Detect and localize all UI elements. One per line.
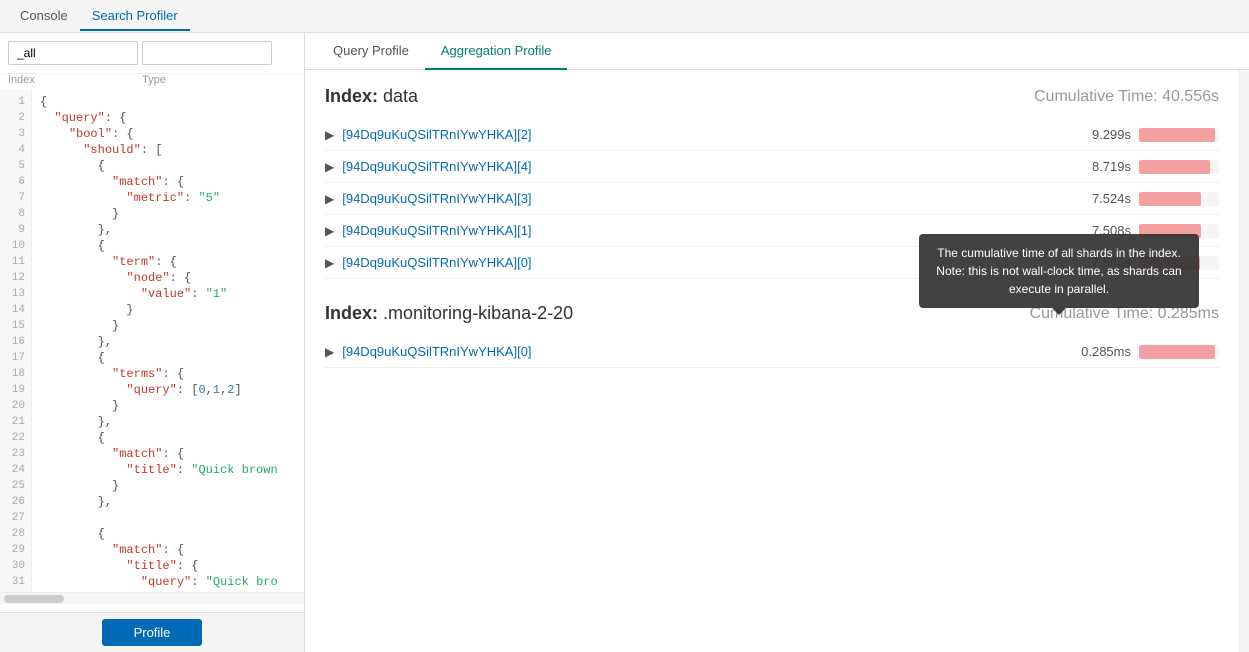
shard-row[interactable]: ▶ [94Dq9uKuQSilTRnIYwYHKA][0] 0.285ms xyxy=(325,336,1219,368)
results-scroll-container: Index: data Cumulative Time: 40.556s ▶ [… xyxy=(305,70,1249,652)
shard-time-label: 7.524s xyxy=(1071,191,1131,206)
code-content[interactable]: { "query": { "bool": { "should": [ { "ma… xyxy=(32,90,304,592)
chevron-right-icon: ▶ xyxy=(325,128,334,142)
code-lines: 12345678910 11121314151617181920 2122232… xyxy=(0,90,304,592)
tab-aggregation-profile[interactable]: Aggregation Profile xyxy=(425,33,568,70)
shard-time-container: 0.285ms xyxy=(1059,344,1219,359)
chevron-right-icon: ▶ xyxy=(325,256,334,270)
code-editor[interactable]: 12345678910 11121314151617181920 2122232… xyxy=(0,90,304,612)
nav-console[interactable]: Console xyxy=(8,2,80,31)
index-label: Index xyxy=(8,74,138,86)
shard-time-container: 9.299s xyxy=(1059,127,1219,142)
horizontal-scrollbar[interactable] xyxy=(0,592,304,604)
chevron-right-icon: ▶ xyxy=(325,160,334,174)
shard-bar-fill xyxy=(1139,192,1201,206)
index-name-data: data xyxy=(383,86,418,106)
index-label: Index: xyxy=(325,86,378,106)
vertical-scrollbar[interactable] xyxy=(1239,70,1249,652)
tooltip-arrow xyxy=(1052,308,1066,315)
shard-name: [94Dq9uKuQSilTRnIYwYHKA][3] xyxy=(342,191,1059,206)
shard-name: [94Dq9uKuQSilTRnIYwYHKA][2] xyxy=(342,127,1059,142)
tabs-bar: Query Profile Aggregation Profile xyxy=(305,33,1249,70)
index-header-data: Index: data Cumulative Time: 40.556s xyxy=(325,86,1219,107)
cumulative-time-data: Cumulative Time: 40.556s xyxy=(1034,88,1219,106)
index-input[interactable] xyxy=(8,41,138,65)
profile-btn-container: Profile xyxy=(0,612,304,652)
shard-row[interactable]: ▶ [94Dq9uKuQSilTRnIYwYHKA][3] 7.524s xyxy=(325,183,1219,215)
index-title-monitoring: Index: .monitoring-kibana-2-20 xyxy=(325,303,573,324)
left-panel: Index Type 12345678910 11121314151617181… xyxy=(0,33,305,652)
tab-query-profile[interactable]: Query Profile xyxy=(317,33,425,70)
chevron-right-icon: ▶ xyxy=(325,192,334,206)
scroll-thumb-horizontal[interactable] xyxy=(4,595,64,603)
shard-bar-bg xyxy=(1139,345,1219,359)
shard-row[interactable]: ▶ [94Dq9uKuQSilTRnIYwYHKA][2] 9.299s xyxy=(325,119,1219,151)
index-section-monitoring: Index: .monitoring-kibana-2-20 Cumulativ… xyxy=(325,303,1219,368)
nav-search-profiler[interactable]: Search Profiler xyxy=(80,2,190,31)
chevron-right-icon: ▶ xyxy=(325,224,334,238)
chevron-right-icon: ▶ xyxy=(325,345,334,359)
shard-bar-fill xyxy=(1139,128,1215,142)
tooltip-text: The cumulative time of all shards in the… xyxy=(936,246,1181,296)
right-panel: Query Profile Aggregation Profile Index:… xyxy=(305,33,1249,652)
shard-time-label: 9.299s xyxy=(1071,127,1131,142)
input-labels: Index Type xyxy=(0,74,304,90)
shard-bar-bg xyxy=(1139,128,1219,142)
left-inputs xyxy=(0,33,304,74)
index-name-monitoring: .monitoring-kibana-2-20 xyxy=(383,303,573,323)
shard-bar-bg xyxy=(1139,160,1219,174)
shard-bar-fill xyxy=(1139,160,1210,174)
index-title-data: Index: data xyxy=(325,86,418,107)
shard-name: [94Dq9uKuQSilTRnIYwYHKA][0] xyxy=(342,344,1059,359)
profile-button[interactable]: Profile xyxy=(102,619,203,646)
top-nav: Console Search Profiler xyxy=(0,0,1249,33)
line-numbers: 12345678910 11121314151617181920 2122232… xyxy=(0,90,32,592)
type-label: Type xyxy=(142,74,272,86)
shard-bar-fill xyxy=(1139,345,1215,359)
tooltip-box: The cumulative time of all shards in the… xyxy=(919,234,1199,308)
index-label: Index: xyxy=(325,303,378,323)
shard-row[interactable]: ▶ [94Dq9uKuQSilTRnIYwYHKA][4] 8.719s xyxy=(325,151,1219,183)
shard-bar-bg xyxy=(1139,192,1219,206)
shard-name: [94Dq9uKuQSilTRnIYwYHKA][4] xyxy=(342,159,1059,174)
shard-time-label: 8.719s xyxy=(1071,159,1131,174)
type-input[interactable] xyxy=(142,41,272,65)
main-layout: Index Type 12345678910 11121314151617181… xyxy=(0,33,1249,652)
shard-time-container: 7.524s xyxy=(1059,191,1219,206)
shard-time-container: 8.719s xyxy=(1059,159,1219,174)
results-area[interactable]: Index: data Cumulative Time: 40.556s ▶ [… xyxy=(305,70,1239,652)
shard-time-label: 0.285ms xyxy=(1071,344,1131,359)
